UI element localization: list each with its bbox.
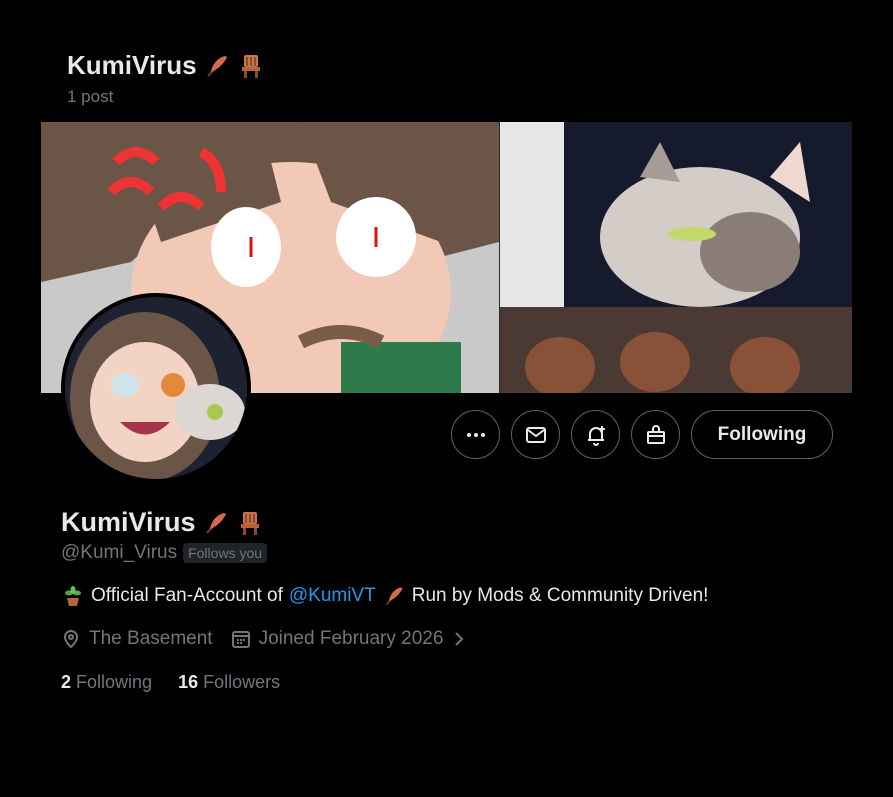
calendar-icon [231, 631, 250, 648]
following-label: Following [76, 672, 153, 692]
gift-icon [646, 424, 665, 444]
potted-plant-emoji-icon [65, 586, 81, 606]
bell-plus-icon [587, 425, 605, 446]
following-stat[interactable]: 2 Following [61, 672, 152, 693]
chair-emoji-icon [241, 54, 260, 78]
post-count: 1 post [67, 87, 114, 106]
feather-emoji-icon [385, 587, 403, 606]
location-text: The Basement [89, 628, 213, 649]
gift-button[interactable] [631, 410, 680, 459]
joined-group[interactable]: Joined February 2026 [231, 628, 468, 650]
followers-label: Followers [203, 672, 281, 692]
notify-button[interactable] [571, 410, 620, 459]
profile-avatar[interactable] [61, 293, 251, 483]
chair-emoji-icon [240, 511, 259, 535]
follows-you-badge: Follows you [183, 543, 268, 563]
profile-name: KumiVirus [61, 507, 196, 537]
bio-text-2: Run by Mods & Community Driven! [411, 585, 709, 606]
location-group: The Basement [61, 628, 213, 650]
chevron-right-icon [455, 632, 464, 646]
bio-text-1: Official Fan-Account of [91, 585, 283, 606]
profile-handle: @Kumi_Virus [61, 542, 178, 563]
avatar-art [65, 297, 247, 479]
header-name-row: KumiVirus [67, 50, 265, 81]
more-button[interactable] [451, 410, 500, 459]
header-name: KumiVirus [67, 50, 197, 80]
handle-row: @Kumi_Virus Follows you [61, 542, 841, 564]
following-button[interactable]: Following [691, 410, 833, 459]
location-icon [63, 629, 79, 649]
more-icon [466, 432, 485, 437]
profile-bio: Official Fan-Account of @KumiVT Run by M… [61, 584, 841, 608]
message-icon [525, 426, 546, 443]
followers-count: 16 [178, 672, 199, 692]
profile-name-row: KumiVirus [61, 507, 841, 538]
profile-meta: The Basement Joined February 2026 [61, 628, 841, 650]
message-button[interactable] [511, 410, 560, 459]
top-header: KumiVirus 1 post [67, 50, 265, 107]
feather-emoji-icon [205, 512, 226, 534]
feather-emoji-icon [206, 55, 227, 77]
profile-info: KumiVirus @Kumi_Virus Follows you Offici… [61, 507, 841, 693]
profile-actions: Following [451, 410, 833, 459]
following-count: 2 [61, 672, 72, 692]
joined-text: Joined February 2026 [258, 628, 444, 649]
banner-right-art [500, 122, 852, 393]
bio-mention-link[interactable]: @KumiVT [289, 585, 376, 607]
followers-stat[interactable]: 16 Followers [178, 672, 280, 693]
profile-stats: 2 Following 16 Followers [61, 672, 841, 693]
